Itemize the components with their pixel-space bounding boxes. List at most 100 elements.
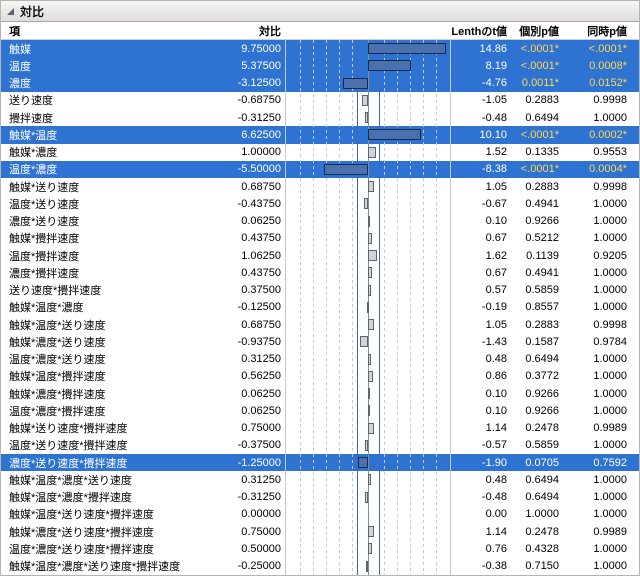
individual-p-value: 0.2883	[507, 181, 559, 193]
lenth-t-value: 0.48	[451, 474, 507, 486]
simultaneous-p-value: 0.0008*	[559, 60, 635, 72]
lenth-t-value: 1.62	[451, 250, 507, 262]
individual-p-value: 0.2883	[507, 94, 559, 106]
table-row[interactable]: 触媒*温度*攪拌速度0.562500.860.37721.0000	[1, 368, 639, 385]
individual-p-value: 0.2478	[507, 526, 559, 538]
simultaneous-p-value: 1.0000	[559, 267, 635, 279]
contrast-value: 0.75000	[203, 526, 285, 538]
simultaneous-p-value: 1.0000	[559, 491, 635, 503]
individual-p-value: 0.9266	[507, 388, 559, 400]
simultaneous-p-value: 0.9205	[559, 250, 635, 262]
simultaneous-p-value: 1.0000	[559, 560, 635, 572]
contrast-bar-cell	[285, 454, 451, 471]
lenth-t-value: 0.76	[451, 543, 507, 555]
contrast-panel: 対比 項 対比 Lenthのt値 個別p値 同時p値 触媒9.7500014.8…	[0, 0, 640, 576]
term-label: 攪拌速度	[7, 110, 203, 126]
table-row[interactable]: 温度*濃度*送り速度0.312500.480.64941.0000	[1, 351, 639, 368]
column-header-row: 項 対比 Lenthのt値 個別p値 同時p値	[1, 22, 639, 40]
lenth-t-value: 0.00	[451, 508, 507, 520]
contrast-value: 0.68750	[203, 181, 285, 193]
table-row[interactable]: 温度*濃度*攪拌速度0.062500.100.92661.0000	[1, 402, 639, 419]
table-row[interactable]: 触媒*送り速度*攪拌速度0.750001.140.24780.9989	[1, 420, 639, 437]
table-row[interactable]: 温度*送り速度-0.43750-0.670.49411.0000	[1, 195, 639, 212]
lenth-t-value: 0.67	[451, 232, 507, 244]
individual-p-value: 0.9266	[507, 215, 559, 227]
table-row[interactable]: 触媒*濃度*攪拌速度0.062500.100.92661.0000	[1, 385, 639, 402]
term-label: 温度*濃度	[7, 161, 203, 177]
table-row[interactable]: 送り速度*攪拌速度0.375000.570.58591.0000	[1, 282, 639, 299]
lenth-t-value: 8.19	[451, 60, 507, 72]
table-row[interactable]: 濃度*送り速度*攪拌速度-1.25000-1.900.07050.7592	[1, 454, 639, 471]
table-row[interactable]: 触媒*濃度*送り速度-0.93750-1.430.15870.9784	[1, 333, 639, 350]
table-row[interactable]: 触媒*温度*送り速度0.687501.050.28830.9998	[1, 316, 639, 333]
term-label: 触媒*攪拌速度	[7, 230, 203, 246]
contrast-bar	[358, 457, 368, 468]
table-row[interactable]: 触媒*温度6.6250010.10<.0001*0.0002*	[1, 126, 639, 143]
contrast-value: 1.06250	[203, 250, 285, 262]
simultaneous-p-value: 0.9989	[559, 422, 635, 434]
table-row[interactable]: 温度*濃度*送り速度*攪拌速度0.500000.760.43281.0000	[1, 540, 639, 557]
simultaneous-p-value: 1.0000	[559, 232, 635, 244]
contrast-value: 6.62500	[203, 129, 285, 141]
table-row[interactable]: 触媒*温度*濃度-0.12500-0.190.85571.0000	[1, 299, 639, 316]
lenth-t-value: 10.10	[451, 129, 507, 141]
table-row[interactable]: 触媒9.7500014.86<.0001*<.0001*	[1, 40, 639, 57]
table-row[interactable]: 送り速度-0.68750-1.050.28830.9998	[1, 92, 639, 109]
contrast-bar	[368, 354, 371, 365]
table-row[interactable]: 温度*濃度-5.50000-8.38<.0001*0.0004*	[1, 161, 639, 178]
lenth-t-value: 0.10	[451, 405, 507, 417]
contrast-value: 5.37500	[203, 60, 285, 72]
disclosure-triangle-icon[interactable]	[6, 7, 15, 16]
table-row[interactable]: 濃度-3.12500-4.760.0011*0.0152*	[1, 75, 639, 92]
table-row[interactable]: 温度5.375008.19<.0001*0.0008*	[1, 57, 639, 74]
contrast-bar	[368, 285, 371, 296]
contrast-value: -0.25000	[203, 560, 285, 572]
term-label: 送り速度*攪拌速度	[7, 282, 203, 298]
simultaneous-p-value: 0.9998	[559, 181, 635, 193]
table-row[interactable]: 触媒*温度*濃度*攪拌速度-0.31250-0.480.64941.0000	[1, 489, 639, 506]
contrast-value: 0.75000	[203, 422, 285, 434]
individual-p-value: 0.3772	[507, 370, 559, 382]
individual-p-value: 0.6494	[507, 491, 559, 503]
contrast-bar-cell	[285, 506, 451, 523]
table-row[interactable]: 触媒*攪拌速度0.437500.670.52121.0000	[1, 230, 639, 247]
table-row[interactable]: 触媒*濃度*送り速度*攪拌速度0.750001.140.24780.9989	[1, 523, 639, 540]
contrast-bar-cell	[285, 385, 451, 402]
contrast-bar	[368, 543, 372, 554]
contrast-value: -3.12500	[203, 77, 285, 89]
contrast-value: 0.06250	[203, 405, 285, 417]
lenth-t-value: 0.10	[451, 215, 507, 227]
contrast-value: 0.50000	[203, 543, 285, 555]
term-label: 触媒*温度*送り速度*攪拌速度	[7, 506, 203, 522]
individual-p-value: 0.6494	[507, 474, 559, 486]
simultaneous-p-value: 0.0002*	[559, 129, 635, 141]
table-row[interactable]: 濃度*攪拌速度0.437500.670.49411.0000	[1, 264, 639, 281]
simultaneous-p-value: 1.0000	[559, 439, 635, 451]
contrast-bar	[368, 233, 372, 244]
table-row[interactable]: 温度*攪拌速度1.062501.620.11390.9205	[1, 247, 639, 264]
individual-p-value: 0.4941	[507, 198, 559, 210]
lenth-t-value: -0.19	[451, 301, 507, 313]
term-label: 触媒*温度*濃度*送り速度*攪拌速度	[7, 558, 203, 574]
table-row[interactable]: 温度*送り速度*攪拌速度-0.37500-0.570.58591.0000	[1, 437, 639, 454]
table-row[interactable]: 触媒*濃度1.000001.520.13350.9553	[1, 144, 639, 161]
term-label: 温度*送り速度*攪拌速度	[7, 437, 203, 453]
lenth-t-value: -0.48	[451, 112, 507, 124]
table-row[interactable]: 触媒*温度*濃度*送り速度0.312500.480.64941.0000	[1, 471, 639, 488]
individual-p-value: <.0001*	[507, 129, 559, 141]
panel-header[interactable]: 対比	[1, 1, 639, 22]
table-row[interactable]: 触媒*送り速度0.687501.050.28830.9998	[1, 178, 639, 195]
contrast-bar-cell	[285, 402, 451, 419]
lenth-t-value: -0.57	[451, 439, 507, 451]
table-row[interactable]: 濃度*送り速度0.062500.100.92661.0000	[1, 213, 639, 230]
contrast-bar	[365, 112, 368, 123]
contrast-value: 1.00000	[203, 146, 285, 158]
contrast-value: 9.75000	[203, 43, 285, 55]
individual-p-value: 0.4941	[507, 267, 559, 279]
table-row[interactable]: 触媒*温度*濃度*送り速度*攪拌速度-0.25000-0.380.71501.0…	[1, 558, 639, 575]
contrast-value: -0.31250	[203, 112, 285, 124]
contrast-value: 0.31250	[203, 474, 285, 486]
table-row[interactable]: 触媒*温度*送り速度*攪拌速度0.000000.001.00001.0000	[1, 506, 639, 523]
table-row[interactable]: 攪拌速度-0.31250-0.480.64941.0000	[1, 109, 639, 126]
contrast-bar-cell	[285, 178, 451, 195]
